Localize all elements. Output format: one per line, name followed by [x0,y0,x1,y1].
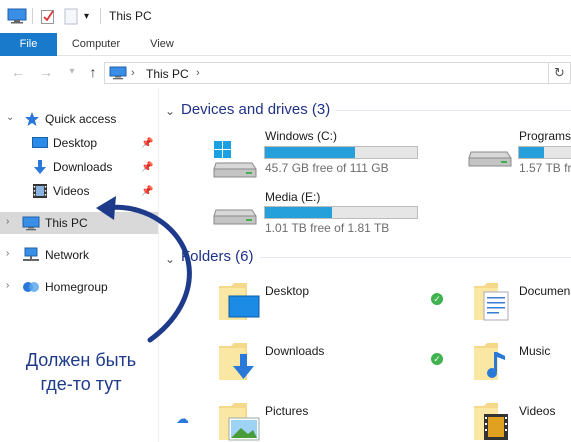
annotation-line-1: Должен быть [25,350,137,370]
annotation-text: Должен быть где-то тут [6,348,156,396]
annotation-line-2: где-то тут [40,374,122,394]
